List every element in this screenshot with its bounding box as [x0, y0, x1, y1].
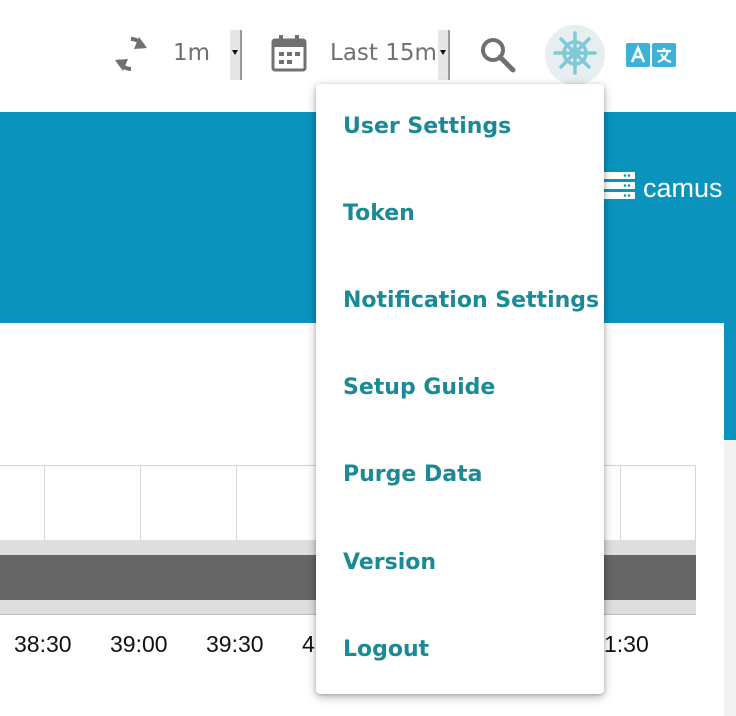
time-range-dropdown-caret[interactable] [438, 30, 450, 80]
menu-item-user-settings[interactable]: User Settings [343, 114, 511, 139]
translate-icon[interactable] [626, 43, 678, 67]
panel-scroll-edge [724, 440, 736, 716]
menu-item-purge-data[interactable]: Purge Data [343, 462, 482, 487]
menu-item-version[interactable]: Version [343, 550, 436, 575]
helm-icon [553, 31, 597, 79]
user-menu-dropdown: User Settings Token Notification Setting… [316, 84, 604, 694]
server-icon [603, 172, 635, 204]
axis-tick-label: 1:30 [604, 631, 649, 657]
menu-item-setup-guide[interactable]: Setup Guide [343, 375, 495, 400]
refresh-interval-dropdown-caret[interactable] [230, 30, 242, 80]
header-banner-edge [724, 323, 736, 440]
axis-tick-label: 4 [302, 631, 315, 657]
axis-tick-label: 39:30 [206, 631, 264, 657]
calendar-icon[interactable] [270, 34, 308, 74]
refresh-interval-select[interactable]: 1m [173, 40, 210, 66]
user-menu-button[interactable] [545, 25, 605, 85]
menu-item-token[interactable]: Token [343, 201, 415, 226]
axis-tick-label: 39:00 [110, 631, 168, 657]
refresh-icon[interactable] [112, 33, 150, 75]
time-range-select[interactable]: Last 15m [330, 40, 437, 66]
menu-item-notification-settings[interactable]: Notification Settings [343, 288, 599, 313]
brand: camus [603, 172, 723, 204]
menu-item-logout[interactable]: Logout [343, 637, 429, 662]
search-icon[interactable] [478, 35, 516, 73]
brand-label: camus [643, 172, 723, 203]
axis-tick-label: 38:30 [14, 631, 72, 657]
